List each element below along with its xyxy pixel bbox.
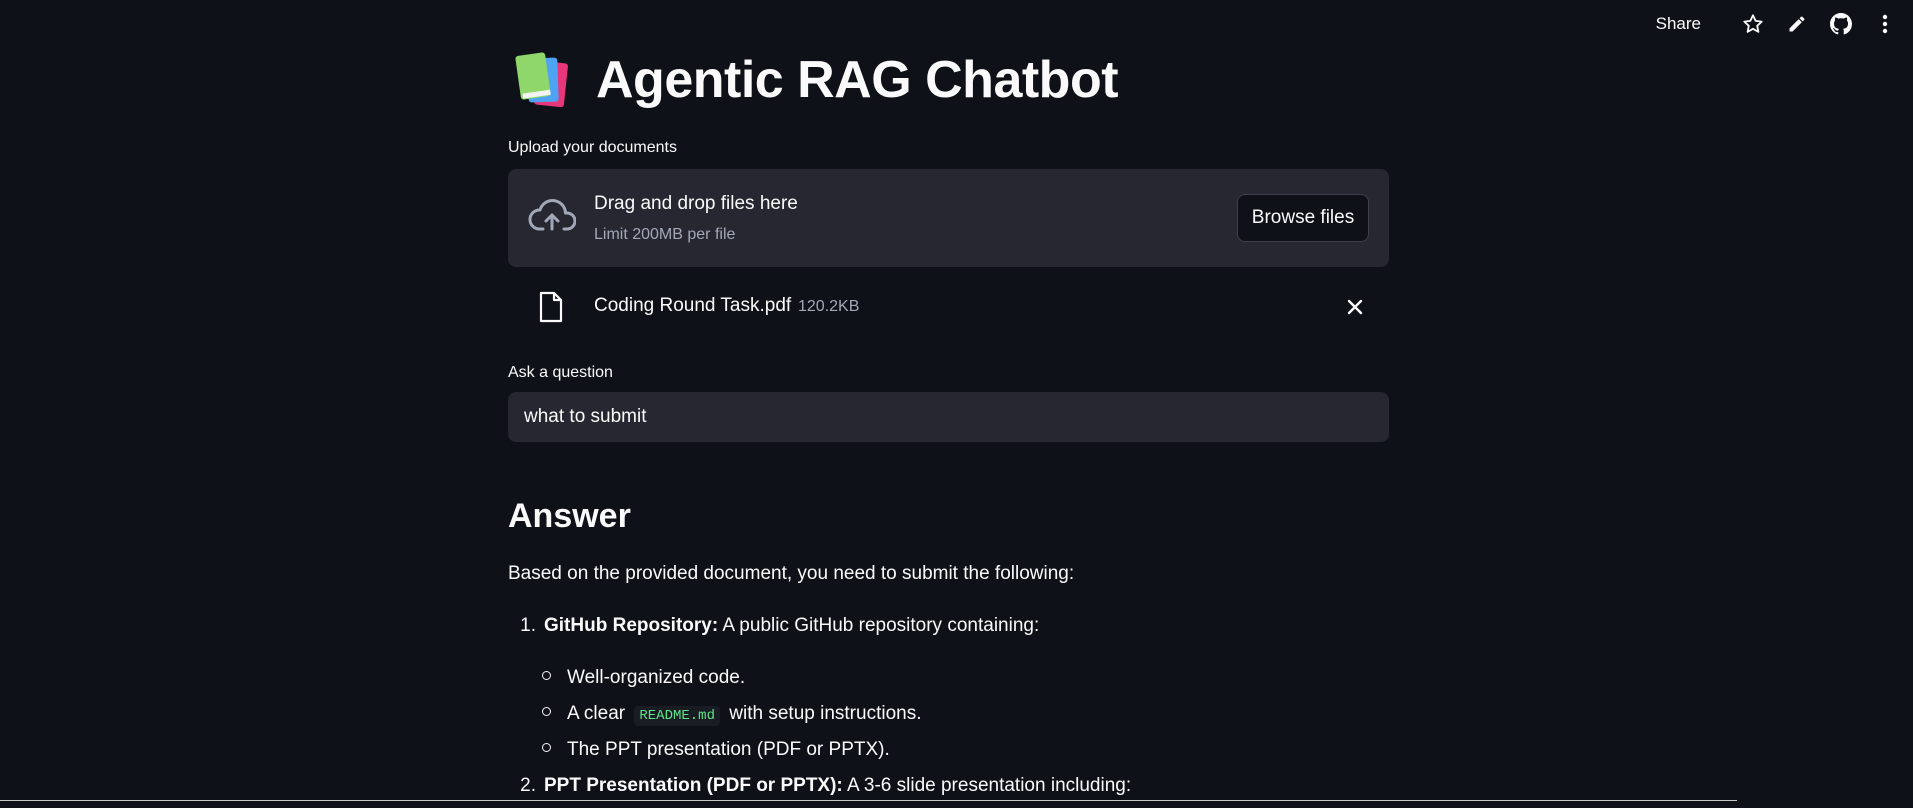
star-icon[interactable] bbox=[1739, 10, 1767, 38]
list-item-title: PPT Presentation (PDF or PPTX): bbox=[544, 775, 843, 796]
github-icon[interactable] bbox=[1827, 10, 1855, 38]
uploaded-file-item: Coding Round Task.pdf 120.2KB bbox=[508, 283, 1389, 331]
file-icon bbox=[538, 291, 564, 323]
books-icon bbox=[514, 52, 576, 108]
edit-pencil-icon[interactable] bbox=[1783, 10, 1811, 38]
question-label: Ask a question bbox=[508, 364, 613, 381]
file-dropzone[interactable]: Drag and drop files here Limit 200MB per… bbox=[508, 169, 1389, 267]
dropzone-instructions: Drag and drop files here bbox=[594, 193, 798, 214]
bullet-text: with setup instructions. bbox=[729, 703, 922, 724]
answer-intro: Based on the provided document, you need… bbox=[508, 563, 1075, 584]
app-title: Agentic RAG Chatbot bbox=[596, 51, 1119, 109]
answer-heading: Answer bbox=[508, 497, 631, 535]
list-number: 1. bbox=[520, 615, 536, 636]
list-item-title: GitHub Repository: bbox=[544, 615, 719, 636]
list-item: 1. GitHub Repository: A public GitHub rep… bbox=[508, 615, 1039, 637]
file-name: Coding Round Task.pdf bbox=[594, 295, 792, 316]
inline-code: README.md bbox=[634, 706, 720, 726]
bullet-text: The PPT presentation (PDF or PPTX). bbox=[567, 739, 890, 760]
file-size: 120.2KB bbox=[798, 298, 860, 315]
divider bbox=[0, 800, 1737, 801]
browse-files-button[interactable]: Browse files bbox=[1237, 194, 1369, 242]
list-item-text: A 3-6 slide presentation including: bbox=[842, 775, 1132, 796]
more-vertical-icon[interactable] bbox=[1871, 10, 1899, 38]
app-toolbar: Share bbox=[1656, 10, 1899, 38]
bullet-text: A clear bbox=[567, 703, 626, 724]
share-button[interactable]: Share bbox=[1656, 14, 1701, 34]
bullet-circle-icon bbox=[542, 707, 551, 717]
bullet-text: Well-organized code. bbox=[567, 667, 746, 688]
dropzone-limit: Limit 200MB per file bbox=[594, 226, 736, 243]
list-item: 2. PPT Presentation (PDF or PPTX): A 3-6 … bbox=[508, 775, 1131, 797]
question-input[interactable] bbox=[508, 392, 1389, 442]
list-item: A clear README.md with setup instruction… bbox=[542, 703, 922, 726]
list-number: 2. bbox=[520, 775, 536, 796]
list-item: The PPT presentation (PDF or PPTX). bbox=[542, 739, 890, 761]
list-item: Well-organized code. bbox=[542, 667, 745, 689]
bullet-circle-icon bbox=[542, 671, 551, 681]
cloud-upload-icon bbox=[528, 196, 577, 236]
bullet-circle-icon bbox=[542, 743, 551, 753]
list-item-text: A public GitHub repository containing: bbox=[718, 615, 1040, 636]
upload-label: Upload your documents bbox=[508, 139, 677, 156]
remove-file-icon[interactable] bbox=[1343, 295, 1367, 319]
page-title: Agentic RAG Chatbot bbox=[514, 48, 1119, 112]
